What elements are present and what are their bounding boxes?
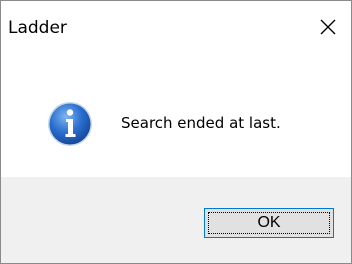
button-bar: OK [1,177,351,263]
title-bar[interactable]: Ladder [1,1,351,55]
message-dialog: Ladder Search ended at last. OK [0,0,352,264]
info-icon [48,102,92,146]
ok-button[interactable]: OK [204,208,334,238]
window-title: Ladder [8,18,67,38]
message-area: Search ended at last. [1,55,351,177]
close-icon [320,19,336,35]
message-text: Search ended at last. [121,114,281,132]
ok-button-label: OK [257,214,281,231]
close-button[interactable] [305,1,351,55]
